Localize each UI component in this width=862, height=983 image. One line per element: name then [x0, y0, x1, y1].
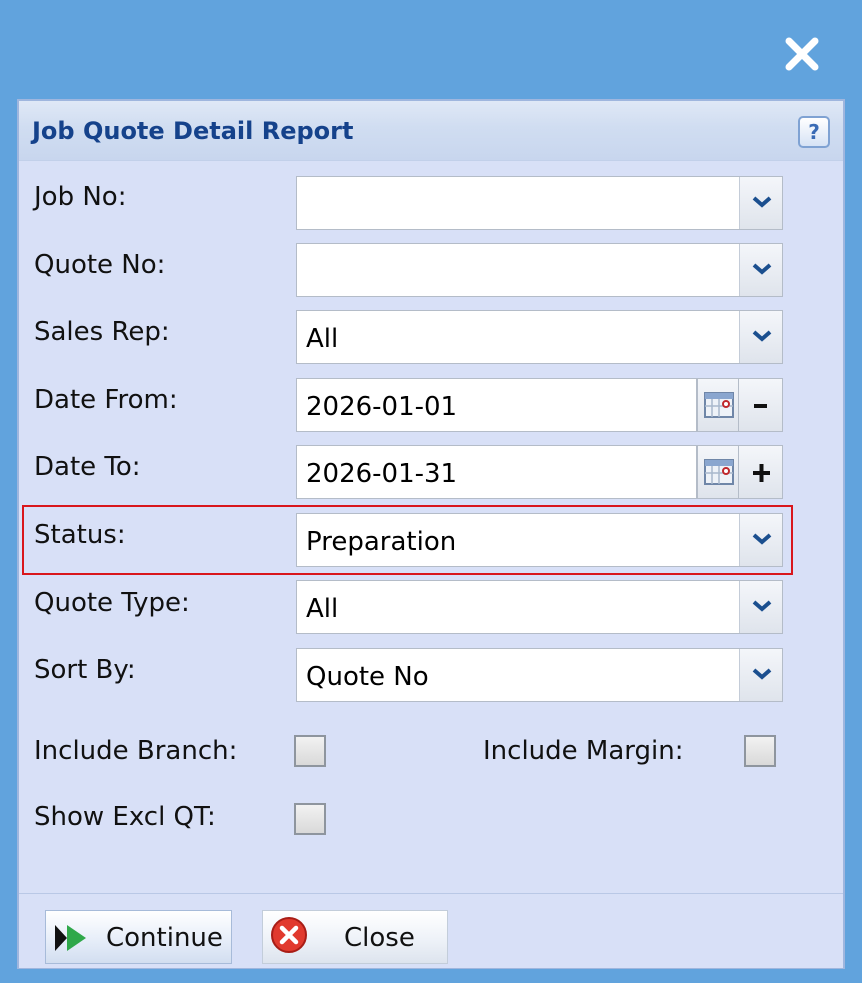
job-no-label: Job No: [34, 182, 127, 212]
calendar-icon [704, 392, 734, 418]
close-label: Close [344, 923, 415, 953]
status-value: Preparation [306, 527, 457, 557]
window-close-button[interactable] [782, 34, 822, 74]
chevron-down-icon [752, 330, 772, 342]
sort-by-dropdown-trigger[interactable] [739, 649, 782, 701]
quote-type-combo[interactable]: All [296, 580, 783, 634]
date-from-value: 2026-01-01 [306, 392, 458, 422]
panel-header: Job Quote Detail Report ? [19, 101, 843, 161]
date-to-calendar-button[interactable] [697, 445, 739, 499]
status-label: Status: [34, 520, 126, 550]
status-dropdown-trigger[interactable] [739, 514, 782, 566]
date-from-calendar-button[interactable] [697, 378, 739, 432]
chevron-down-icon [752, 533, 772, 545]
quote-no-combo[interactable] [296, 243, 783, 297]
calendar-icon [704, 459, 734, 485]
date-to-label: Date To: [34, 452, 141, 482]
close-circle-icon [271, 917, 307, 953]
chevron-down-icon [752, 196, 772, 208]
date-from-input[interactable]: 2026-01-01 [296, 378, 697, 432]
sort-by-value: Quote No [306, 662, 429, 692]
panel-title: Job Quote Detail Report [32, 117, 354, 145]
plus-icon [753, 464, 770, 482]
show-excl-qt-checkbox[interactable] [294, 803, 326, 835]
quote-type-label: Quote Type: [34, 588, 190, 618]
minus-icon [754, 404, 767, 408]
sort-by-label: Sort By: [34, 655, 136, 685]
sales-rep-value: All [306, 324, 339, 354]
quote-no-label: Quote No: [34, 250, 166, 280]
help-icon: ? [808, 120, 820, 144]
date-to-input[interactable]: 2026-01-31 [296, 445, 697, 499]
sort-by-combo[interactable]: Quote No [296, 648, 783, 702]
close-button[interactable]: Close [262, 910, 448, 964]
status-combo[interactable]: Preparation [296, 513, 783, 567]
job-no-dropdown-trigger[interactable] [739, 177, 782, 229]
sales-rep-label: Sales Rep: [34, 317, 170, 347]
quote-type-dropdown-trigger[interactable] [739, 581, 782, 633]
include-margin-label: Include Margin: [483, 736, 684, 766]
continue-label: Continue [106, 923, 223, 953]
quote-type-value: All [306, 594, 339, 624]
chevron-down-icon [752, 600, 772, 612]
include-branch-checkbox[interactable] [294, 735, 326, 767]
play-arrow-icon [55, 925, 86, 951]
report-panel: Job Quote Detail Report ? Job No: Quote … [17, 99, 845, 969]
sales-rep-combo[interactable]: All [296, 310, 783, 364]
help-button[interactable]: ? [798, 116, 830, 148]
include-margin-checkbox[interactable] [744, 735, 776, 767]
date-from-decrement-button[interactable] [739, 378, 783, 432]
chevron-down-icon [752, 668, 772, 680]
chevron-down-icon [752, 263, 772, 275]
job-no-combo[interactable] [296, 176, 783, 230]
show-excl-qt-label: Show Excl QT: [34, 802, 216, 832]
continue-button[interactable]: Continue [45, 910, 232, 964]
include-branch-label: Include Branch: [34, 736, 238, 766]
date-to-increment-button[interactable] [739, 445, 783, 499]
date-to-value: 2026-01-31 [306, 459, 458, 489]
sales-rep-dropdown-trigger[interactable] [739, 311, 782, 363]
quote-no-dropdown-trigger[interactable] [739, 244, 782, 296]
close-x-icon [785, 37, 819, 71]
date-from-label: Date From: [34, 385, 178, 415]
panel-footer: Continue Close [19, 893, 843, 968]
